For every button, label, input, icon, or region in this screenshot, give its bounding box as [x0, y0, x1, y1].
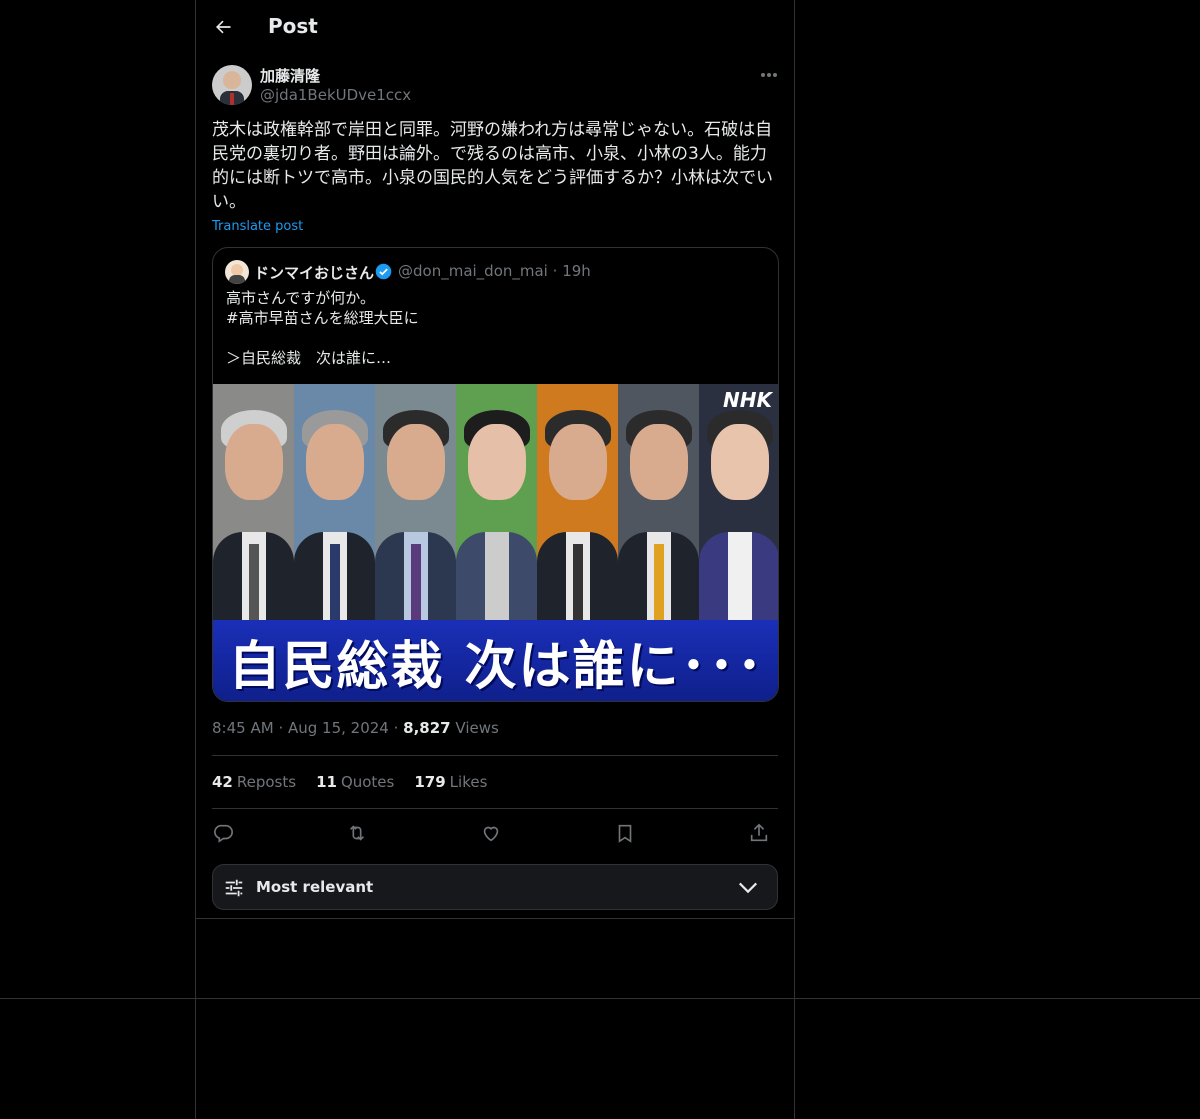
stats-divider-bottom: [212, 808, 778, 809]
image-banner: 自民総裁 次は誰に･･･: [213, 620, 778, 701]
likes-count: 179: [414, 773, 446, 791]
bookmark-icon[interactable]: [612, 820, 638, 846]
page-title: Post: [268, 14, 318, 38]
verified-icon: [375, 263, 392, 280]
reposts-stat[interactable]: 42 Reposts: [212, 773, 296, 791]
post-timestamp: 8:45 AM · Aug 15, 2024 · 8,827 Views: [212, 719, 499, 737]
quote-meta: @don_mai_don_mai · 19h: [398, 262, 591, 280]
post-stats: 42 Reposts 11 Quotes 179 Likes: [212, 773, 487, 791]
avatar[interactable]: [212, 65, 252, 105]
views-count: 8,827: [403, 719, 451, 737]
meta-separator: ·: [552, 262, 563, 280]
quote-text: 高市さんですが何か。 #高市早苗さんを総理大臣に ＞自民総裁 次は誰に…: [226, 289, 419, 367]
time-separator: ·: [393, 719, 404, 737]
reply-icon[interactable]: [210, 820, 236, 846]
image-people: NHK: [213, 384, 778, 620]
quotes-label: Quotes: [340, 773, 395, 791]
back-arrow-icon[interactable]: [210, 14, 236, 40]
person-1: [213, 384, 294, 620]
views-label: Views: [455, 719, 499, 737]
author-handle[interactable]: @jda1BekUDve1ccx: [260, 86, 411, 104]
sort-label: Most relevant: [256, 878, 374, 896]
share-icon[interactable]: [746, 820, 772, 846]
post-time[interactable]: 8:45 AM: [212, 719, 274, 737]
repost-icon[interactable]: [344, 820, 370, 846]
time-separator: ·: [278, 719, 288, 737]
like-icon[interactable]: [478, 820, 504, 846]
author-name[interactable]: 加藤清隆: [260, 65, 320, 86]
reposts-count: 42: [212, 773, 233, 791]
person-7: NHK: [699, 384, 778, 620]
person-6: [618, 384, 699, 620]
person-4: [456, 384, 537, 620]
likes-label: Likes: [449, 773, 488, 791]
quotes-stat[interactable]: 11 Quotes: [316, 773, 394, 791]
translate-link[interactable]: Translate post: [212, 219, 303, 234]
chevron-down-icon: [738, 882, 758, 894]
action-bar: [212, 820, 778, 846]
likes-stat[interactable]: 179 Likes: [414, 773, 487, 791]
section-divider: [196, 918, 794, 919]
quote-image[interactable]: NHK 自民総裁 次は誰に･･･: [213, 384, 778, 701]
main-column: Post 加藤清隆 @jda1BekUDve1ccx 茂木は政権幹部で岸田と同罪…: [195, 0, 795, 1119]
post-date[interactable]: Aug 15, 2024: [288, 719, 389, 737]
stats-divider-top: [212, 755, 778, 756]
post-header: Post: [196, 0, 794, 54]
more-icon[interactable]: [758, 66, 780, 84]
post-text: 茂木は政権幹部で岸田と同罪。河野の嫌われ方は尋常じゃない。石破は自民党の裏切り者…: [212, 120, 773, 212]
sliders-icon: [225, 879, 243, 897]
quote-author-handle[interactable]: @don_mai_don_mai: [398, 262, 548, 280]
quote-author-name[interactable]: ドンマイおじさん: [254, 262, 374, 283]
quote-avatar[interactable]: [225, 260, 249, 284]
reposts-label: Reposts: [236, 773, 297, 791]
quote-age: 19h: [562, 262, 591, 280]
nhk-logo: NHK: [723, 388, 772, 412]
image-banner-text: 自民総裁 次は誰に･･･: [228, 635, 765, 697]
quotes-count: 11: [316, 773, 337, 791]
quoted-post[interactable]: ドンマイおじさん @don_mai_don_mai · 19h 高市さんですが何…: [212, 247, 779, 702]
person-3: [375, 384, 456, 620]
sort-replies-dropdown[interactable]: Most relevant: [212, 864, 778, 910]
person-5: [537, 384, 618, 620]
person-2: [294, 384, 375, 620]
